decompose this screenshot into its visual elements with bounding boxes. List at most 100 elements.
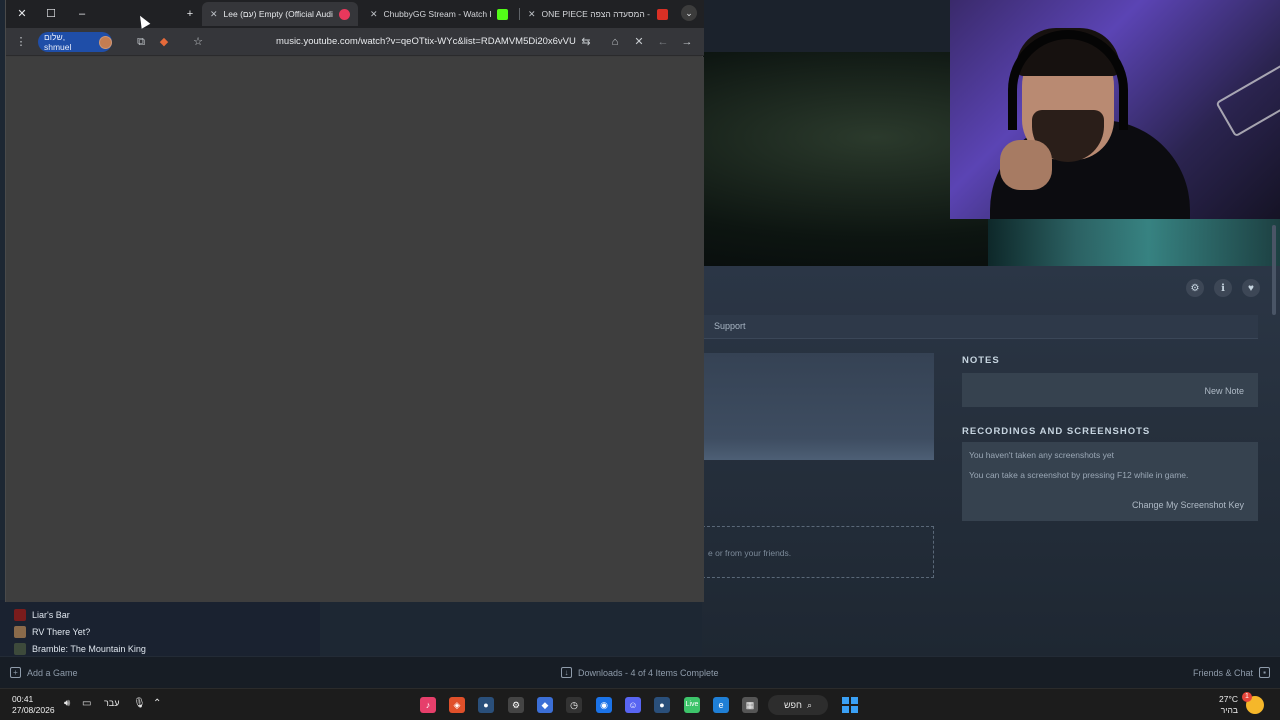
system-clock[interactable]: 00:41 27/08/2026 (12, 694, 55, 716)
extensions-icon[interactable]: ⧉ (134, 35, 148, 49)
profile-name: שלום, shmuel (44, 32, 72, 52)
game-thumbnail (14, 608, 26, 621)
tab-youtube-music[interactable]: ✕ Lee (עם) Empty (Official Audio) (202, 2, 358, 26)
add-game-button[interactable]: + Add a Game (10, 667, 78, 678)
search-icon: ⌕ (806, 699, 813, 710)
tab-one-piece[interactable]: ✕ ONE PIECE לגו - המסעדה הצפה (520, 2, 676, 26)
close-tab-icon[interactable]: ✕ (370, 9, 378, 20)
volume-icon[interactable]: 🔊︎ (64, 698, 70, 709)
downloads-label: Downloads - 4 of 4 Items Complete (578, 667, 719, 678)
clock-app-icon[interactable]: ◷ (566, 697, 582, 713)
avatar (99, 35, 112, 49)
notification-badge: 1 (1242, 692, 1252, 702)
tab-strip: ✕ ☐ – + ✕ Lee (עם) Empty (Official Audio… (6, 0, 704, 28)
no-screenshots-text: You haven't taken any screenshots yet (969, 450, 1114, 460)
game-title: Liar's Bar (32, 609, 70, 620)
info-icon[interactable]: ℹ (1214, 279, 1232, 297)
extension-fox-icon[interactable]: ◆ (157, 35, 171, 49)
tab-title: Lee (עם) Empty (Official Audio) (223, 9, 333, 19)
kick-favicon-icon (497, 8, 508, 20)
friends-activity-box: e or from your friends. (702, 526, 934, 578)
screenshots-box: You haven't taken any screenshots yet Yo… (962, 442, 1258, 521)
library-item[interactable]: Bramble: The Mountain King (14, 640, 146, 657)
site-settings-icon[interactable]: ⇆ (579, 35, 593, 49)
windows-taskbar: 00:41 27/08/2026 🔊︎ ▭ עבר 🎙︎ ⌃ ♪ ◈ ● ⚙ ◆… (0, 688, 1280, 720)
brave-icon[interactable]: ◈ (449, 697, 465, 713)
address-bar[interactable]: music.youtube.com/watch?v=qeOTtix-WYc&li… (276, 36, 576, 47)
page-content (6, 57, 704, 602)
maximize-icon[interactable]: ☐ (43, 6, 59, 22)
new-note-button[interactable]: New Note (1204, 386, 1244, 396)
close-tab-icon[interactable]: ✕ (528, 9, 536, 20)
steam-footer: + Add a Game ↓ Downloads - 4 of 4 Items … (0, 656, 1280, 688)
chrome-toolbar: ⋮ שלום, shmuel ⧉ ◆ ☆ music.youtube.com/w… (6, 28, 704, 56)
start-menu-windows-icon[interactable] (842, 697, 858, 713)
chrome-window: ✕ ☐ – + ✕ Lee (עם) Empty (Official Audio… (5, 0, 704, 602)
notes-box: New Note (962, 373, 1258, 407)
game-title: Bramble: The Mountain King (32, 643, 146, 654)
network-icon[interactable]: ▭ (82, 698, 91, 709)
game-thumbnail (14, 642, 26, 655)
youtube-music-favicon-icon (339, 8, 350, 20)
profile-button[interactable]: שלום, shmuel (38, 32, 112, 52)
hero-actions: ⚙ ℹ ♥ (1186, 279, 1260, 297)
tab-title: ONE PIECE לגו - המסעדה הצפה (541, 9, 651, 19)
scrollbar[interactable] (1272, 225, 1276, 315)
live-icon[interactable]: Live (684, 697, 700, 713)
forward-arrow-icon[interactable]: → (680, 35, 694, 49)
steelseries-icon[interactable]: ⚙ (508, 697, 524, 713)
edge-icon[interactable]: e (713, 697, 729, 713)
recordings-title: RECORDINGS AND SCREENSHOTS (962, 426, 1151, 437)
streamer-hand (1000, 140, 1052, 190)
library-item[interactable]: RV There Yet? (14, 623, 90, 640)
notes-title: NOTES (962, 355, 1000, 366)
tab-title: ChubbyGG Stream - Watch Live (383, 9, 491, 19)
clock-date: 27/08/2026 (12, 705, 55, 715)
app-icon[interactable]: ◆ (537, 697, 553, 713)
game-title: RV There Yet? (32, 626, 91, 637)
weather-widget[interactable]: 27°C בהיר (1219, 694, 1238, 716)
ring-light (1215, 62, 1280, 138)
steam-alt-icon[interactable]: ● (654, 697, 670, 713)
activity-panel (702, 353, 934, 460)
minimize-icon[interactable]: – (74, 6, 90, 22)
clock-time: 00:41 (12, 694, 34, 704)
friends-activity-text: e or from your friends. (708, 548, 792, 558)
input-language[interactable]: עבר (104, 698, 119, 708)
tab-search-chevron-down-icon[interactable]: ⌄ (681, 5, 697, 21)
bookmark-star-icon[interactable]: ☆ (191, 35, 205, 49)
favorite-heart-icon[interactable]: ♥ (1242, 279, 1260, 297)
tab-support[interactable]: Support (714, 321, 746, 331)
plus-icon: + (10, 667, 21, 678)
change-screenshot-key-button[interactable]: Change My Screenshot Key (1132, 500, 1244, 510)
hero-artwork-glow (988, 218, 1280, 266)
search-button[interactable]: חפש ⌕ (768, 695, 828, 715)
settings-gear-icon[interactable]: ⚙ (1186, 279, 1204, 297)
tiktok-icon[interactable]: ♪ (420, 697, 436, 713)
close-tab-icon[interactable]: ✕ (210, 9, 218, 20)
chat-icon: ▪ (1259, 667, 1270, 678)
steam-icon[interactable]: ● (478, 697, 494, 713)
tab-kick-stream[interactable]: ✕ ChubbyGG Stream - Watch Live (362, 2, 516, 26)
weather-temperature: 27°C (1219, 694, 1238, 704)
library-item[interactable]: Liar's Bar (14, 606, 70, 623)
weather-description: בהיר (1220, 705, 1238, 715)
tray-chevron-up-icon[interactable]: ⌃ (153, 698, 161, 709)
steam-top-strip (702, 0, 950, 52)
close-window-icon[interactable]: ✕ (14, 6, 30, 22)
discord-icon[interactable]: ☺ (625, 697, 641, 713)
game-thumbnail (14, 625, 26, 638)
download-icon: ↓ (561, 667, 572, 678)
friends-chat-label: Friends & Chat (1192, 667, 1253, 678)
back-arrow-icon[interactable]: ← (656, 35, 670, 49)
menu-kebab-icon[interactable]: ⋮ (14, 35, 28, 49)
chrome-icon[interactable]: ◉ (596, 697, 612, 713)
downloads-status[interactable]: ↓ Downloads - 4 of 4 Items Complete (561, 667, 719, 678)
microphone-icon[interactable]: 🎙︎ (133, 698, 146, 709)
home-icon[interactable]: ⌂ (608, 35, 622, 49)
calculator-icon[interactable]: ▦ (742, 697, 758, 713)
new-tab-icon[interactable]: + (182, 6, 198, 22)
stop-loading-icon[interactable]: ✕ (632, 35, 646, 49)
game-library-list: Liar's Bar RV There Yet? Bramble: The Mo… (0, 600, 320, 656)
friends-chat-button[interactable]: Friends & Chat ▪ (1193, 667, 1270, 678)
